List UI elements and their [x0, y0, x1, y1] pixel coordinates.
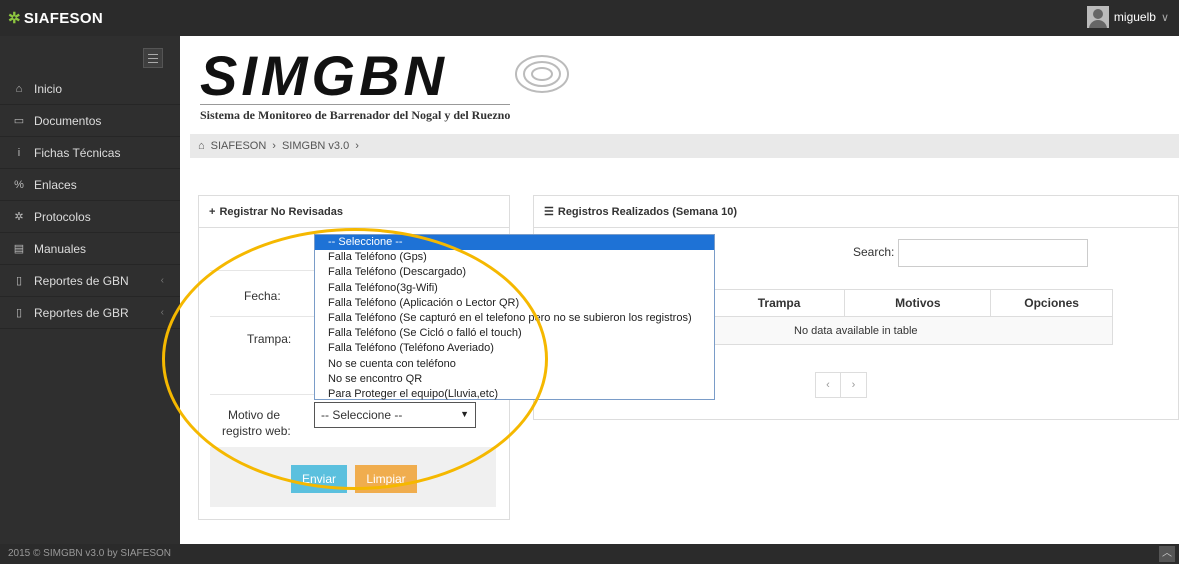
sidebar-item-label: Documentos	[34, 113, 102, 128]
records-panel-header: ☰ Registros Realizados (Semana 10)	[534, 196, 1178, 228]
sidebar-item-label: Enlaces	[34, 177, 77, 192]
search-input[interactable]	[898, 239, 1088, 267]
dropdown-option[interactable]: Para Proteger el equipo(Lluvia,etc)	[315, 387, 714, 402]
folder-icon: ▭	[13, 115, 25, 127]
chevron-left-icon: ‹	[160, 307, 164, 318]
footer: 2015 © SIMGBN v3.0 by SIAFESON ︿	[0, 544, 1179, 564]
sidebar-item-label: Protocolos	[34, 209, 91, 224]
register-panel-header: + Registrar No Revisadas	[199, 196, 509, 228]
sidebar-item-inicio[interactable]: ⌂ Inicio	[0, 73, 180, 105]
dropdown-option[interactable]: No se cuenta con teléfono	[315, 357, 714, 372]
home-icon: ⌂	[198, 140, 205, 152]
dropdown-option[interactable]: Falla Teléfono (Teléfono Averiado)	[315, 341, 714, 356]
brand-logo[interactable]: ✲ SIAFESON	[8, 9, 103, 27]
dropdown-option[interactable]: Falla Teléfono (Se capturó en el telefon…	[315, 311, 714, 326]
form-actions	[210, 447, 496, 507]
sidebar-item-documentos[interactable]: ▭ Documentos	[0, 105, 180, 137]
logo-underline	[200, 104, 510, 105]
send-button[interactable]: Enviar	[291, 465, 347, 493]
waves-logo-icon	[515, 55, 569, 93]
empty-table-text: No data available in table	[794, 324, 918, 337]
dropdown-option[interactable]: No se encontro QR	[315, 372, 714, 387]
dropdown-option[interactable]: Falla Teléfono (Descargado)	[315, 265, 714, 280]
column-header-trampa[interactable]: Trampa	[712, 290, 845, 316]
brand-name: SIAFESON	[23, 10, 103, 27]
sidebar-item-manuales[interactable]: ▤ Manuales	[0, 233, 180, 265]
avatar	[1086, 6, 1109, 28]
dropdown-option[interactable]: Falla Teléfono (Aplicación o Lector QR)	[315, 296, 714, 311]
register-panel-title: Registrar No Revisadas	[219, 205, 343, 218]
sidebar-item-reportes-gbr[interactable]: ▯ Reportes de GBR ‹	[0, 297, 180, 329]
book-icon: ▤	[13, 243, 25, 255]
caret-down-icon: ▼	[460, 409, 469, 419]
dropdown-option[interactable]: Falla Teléfono (Se Cicló o falló el touc…	[315, 326, 714, 341]
sidebar-item-enlaces[interactable]: % Enlaces	[0, 169, 180, 201]
motivo-select-value: -- Seleccione --	[321, 408, 403, 422]
previous-page-button[interactable]: ‹	[815, 372, 841, 398]
gear-icon: ✲	[14, 211, 24, 223]
sidebar-item-label: Manuales	[34, 241, 87, 256]
breadcrumb-separator: ›	[355, 140, 359, 152]
column-header-opciones[interactable]: Opciones	[990, 290, 1112, 316]
breadcrumb-siafeson[interactable]: SIAFESON	[211, 140, 267, 152]
home-icon: ⌂	[15, 82, 23, 95]
sidebar-item-label: Reportes de GBR	[34, 305, 129, 320]
sidebar-nav: ⌂ Inicio ▭ Documentos i Fichas Técnicas % En…	[0, 73, 180, 329]
motivo-select[interactable]: -- Seleccione -- ▼	[314, 402, 476, 428]
motivo-label-line2: registro web:	[222, 424, 291, 438]
column-header-motivos[interactable]: Motivos	[844, 290, 990, 316]
breadcrumb: ⌂ SIAFESON › SIMGBN v3.0 ›	[190, 134, 1179, 158]
records-panel-title: Registros Realizados (Semana 10)	[557, 205, 737, 218]
footer-text: 2015 © SIMGBN v3.0 by SIAFESON	[8, 548, 171, 559]
dropdown-option[interactable]: -- Seleccione --	[315, 235, 714, 251]
sidebar-item-protocolos[interactable]: ✲ Protocolos	[0, 201, 180, 233]
info-icon: i	[17, 146, 21, 159]
fecha-label: Fecha:	[244, 289, 281, 303]
file-icon: ▯	[15, 275, 23, 287]
username: miguelb	[1113, 10, 1156, 24]
scroll-top-button[interactable]: ︿	[1159, 546, 1175, 562]
trampa-label: Trampa:	[247, 332, 292, 346]
next-page-button[interactable]: ›	[841, 372, 867, 398]
clear-button[interactable]: Limpiar	[355, 465, 417, 493]
list-icon: ☰	[544, 206, 554, 218]
sidebar-item-label: Fichas Técnicas	[34, 145, 121, 160]
link-icon: %	[14, 178, 24, 191]
menu-toggle-button[interactable]	[143, 48, 163, 68]
file-icon: ▯	[15, 307, 23, 319]
sidebar-item-reportes-gbn[interactable]: ▯ Reportes de GBN ‹	[0, 265, 180, 297]
sidebar-item-label: Reportes de GBN	[34, 273, 129, 288]
sidebar-item-fichas[interactable]: i Fichas Técnicas	[0, 137, 180, 169]
motivo-label-line1: Motivo de	[228, 408, 281, 422]
plus-icon: +	[209, 205, 216, 218]
dropdown-option[interactable]: Falla Teléfono(3g-Wifi)	[315, 281, 714, 296]
breadcrumb-simgbn[interactable]: SIMGBN v3.0	[282, 140, 349, 152]
simgbn-logo-title: SIMGBN	[200, 44, 448, 107]
chevron-down-icon: ∨	[1160, 11, 1169, 24]
logo-subtitle: Sistema de Monitoreo de Barrenador del N…	[200, 108, 511, 122]
pagination: ‹ ›	[815, 372, 867, 398]
breadcrumb-separator: ›	[272, 140, 276, 152]
leaf-icon: ✲	[8, 10, 21, 27]
motivo-dropdown-list[interactable]: -- Seleccione -- Falla Teléfono (Gps) Fa…	[314, 234, 715, 400]
sidebar: ⌂ Inicio ▭ Documentos i Fichas Técnicas % En…	[0, 36, 180, 544]
chevron-left-icon: ‹	[160, 275, 164, 286]
user-menu[interactable]: miguelb ∨	[1086, 6, 1169, 28]
top-navbar: ✲ SIAFESON miguelb ∨	[0, 0, 1179, 36]
dropdown-option[interactable]: Falla Teléfono (Gps)	[315, 250, 714, 265]
search-label: Search:	[853, 245, 895, 259]
sidebar-item-label: Inicio	[34, 81, 63, 96]
